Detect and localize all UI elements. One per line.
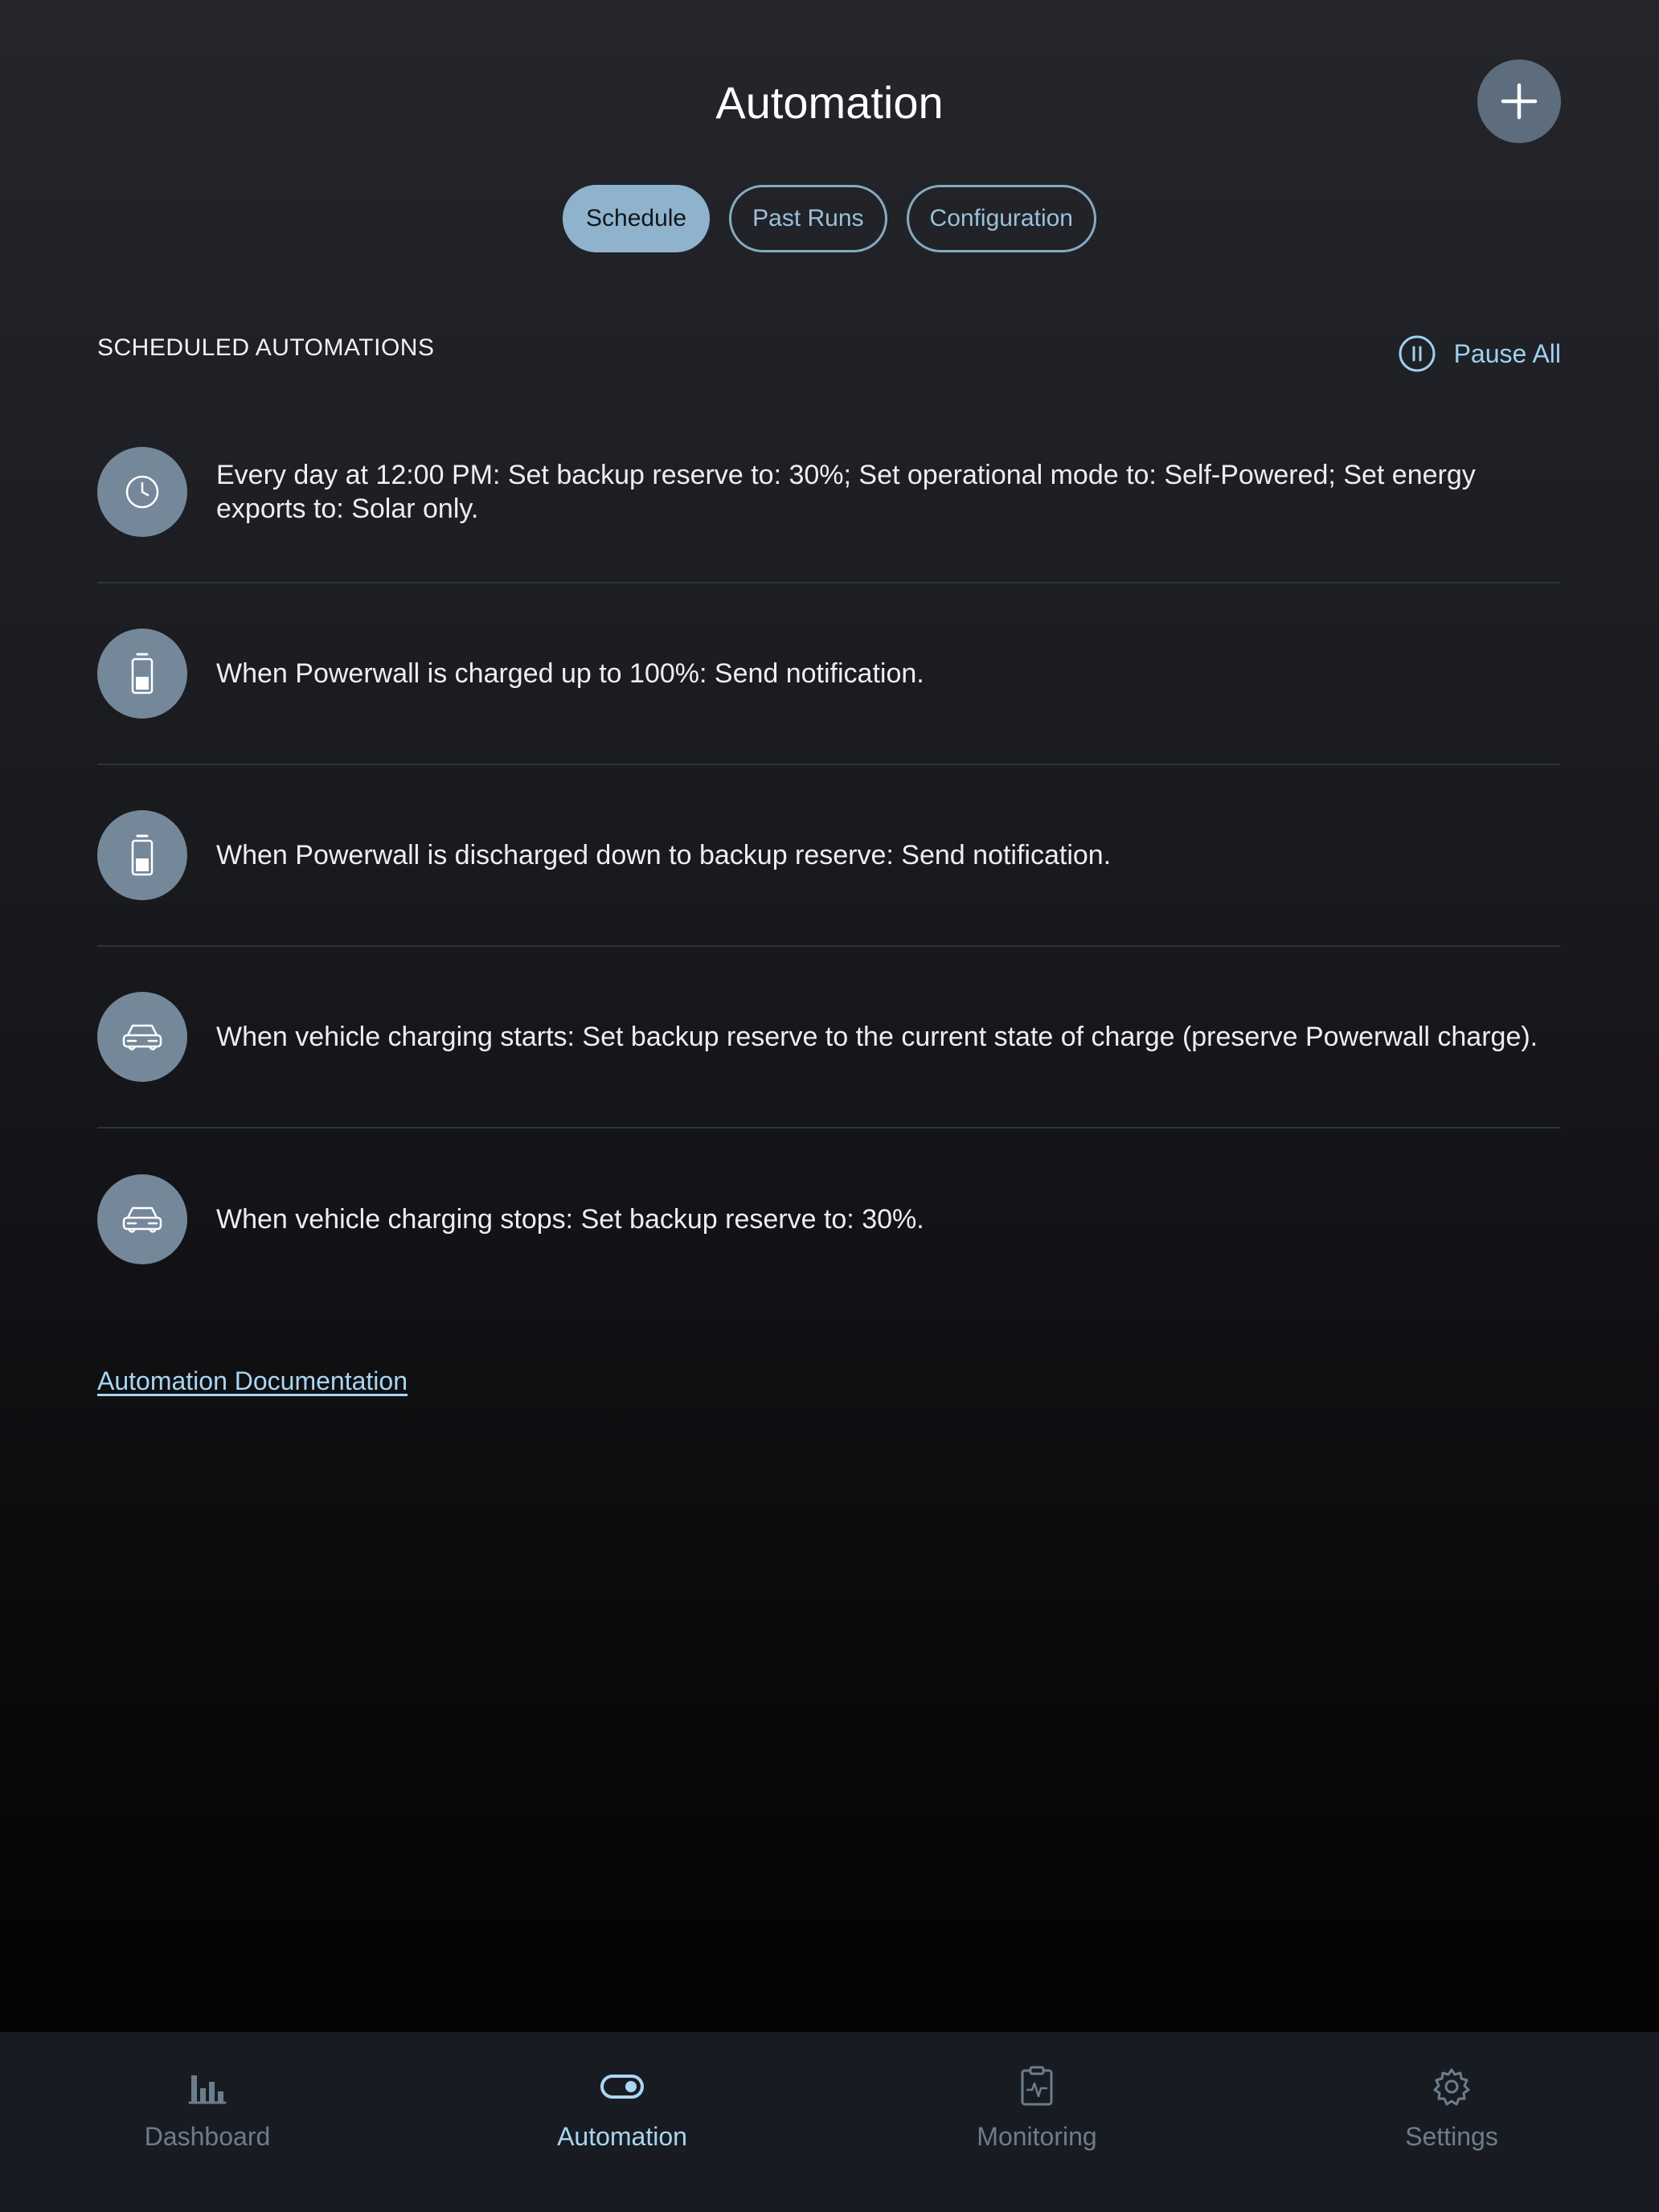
avatar	[97, 447, 187, 537]
bar-chart-icon	[188, 2075, 227, 2104]
tabbar-label: Automation	[557, 2122, 687, 2151]
automation-item[interactable]: When Powerwall is discharged down to bac…	[97, 765, 1560, 947]
automation-documentation-link[interactable]: Automation Documentation	[97, 1366, 408, 1396]
automation-item[interactable]: When vehicle charging stops: Set backup …	[97, 1129, 1560, 1310]
gear-icon	[1433, 2068, 1470, 2106]
automation-description: When Powerwall is discharged down to bac…	[216, 840, 1112, 870]
tab-past-runs[interactable]: Past Runs	[729, 185, 887, 252]
automation-item[interactable]: When vehicle charging starts: Set backup…	[97, 947, 1560, 1129]
car-icon	[122, 1024, 162, 1051]
segmented-tabs: Schedule Past Runs Configuration	[0, 185, 1659, 252]
pause-circle-icon	[1399, 335, 1436, 372]
tabbar-item-settings[interactable]: Settings	[1244, 2032, 1659, 2212]
automation-description: Every day at 12:00 PM: Set backup reserv…	[216, 460, 1476, 524]
battery-icon	[131, 653, 154, 694]
avatar	[97, 1174, 187, 1264]
automation-description: When vehicle charging stops: Set backup …	[216, 1204, 924, 1235]
avatar	[97, 992, 187, 1082]
tabbar-label: Settings	[1405, 2122, 1498, 2151]
page-title: Automation	[715, 77, 944, 128]
tab-schedule[interactable]: Schedule	[563, 185, 711, 252]
avatar	[97, 810, 187, 900]
automation-description: When Powerwall is charged up to 100%: Se…	[216, 658, 924, 689]
tabbar-item-dashboard[interactable]: Dashboard	[0, 2032, 415, 2212]
car-icon	[122, 1206, 162, 1233]
pause-all-label: Pause All	[1453, 338, 1561, 368]
automation-item[interactable]: When Powerwall is charged up to 100%: Se…	[97, 584, 1560, 765]
automation-item[interactable]: Every day at 12:00 PM: Set backup reserv…	[97, 402, 1560, 584]
tabbar-item-automation[interactable]: Automation	[415, 2032, 830, 2212]
toggle-icon	[600, 2075, 644, 2099]
section-heading: SCHEDULED AUTOMATIONS	[97, 334, 435, 361]
pause-all-button[interactable]: Pause All	[1398, 334, 1561, 373]
tabbar-item-monitoring[interactable]: Monitoring	[830, 2032, 1244, 2212]
automation-description: When vehicle charging starts: Set backup…	[216, 1022, 1538, 1052]
bottom-tab-bar: Dashboard Automation Monitoring Settings	[0, 2032, 1659, 2212]
add-automation-button[interactable]	[1477, 59, 1561, 143]
tabbar-label: Dashboard	[144, 2122, 271, 2151]
automation-list: Every day at 12:00 PM: Set backup reserv…	[97, 402, 1560, 1310]
plus-icon	[1501, 83, 1538, 120]
avatar	[97, 629, 187, 719]
tabbar-label: Monitoring	[977, 2122, 1097, 2151]
battery-icon	[131, 834, 154, 876]
clipboard-pulse-icon	[1021, 2066, 1053, 2106]
tab-configuration[interactable]: Configuration	[906, 185, 1096, 252]
clock-icon	[125, 475, 159, 509]
